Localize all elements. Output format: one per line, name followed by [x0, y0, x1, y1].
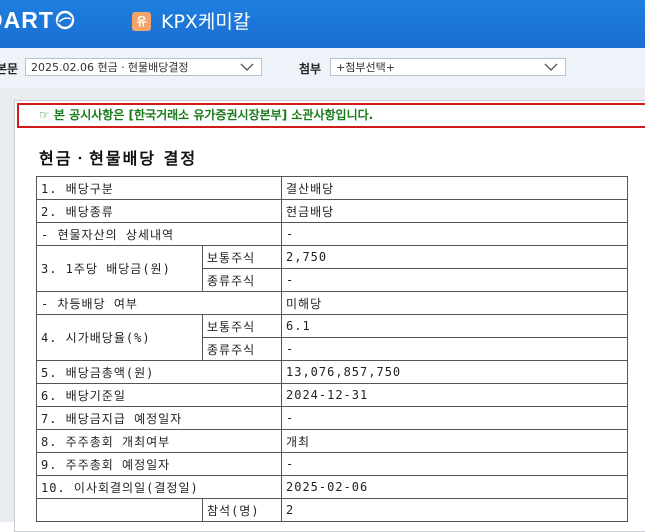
- dividend-table: 1. 배당구분 결산배당 2. 배당종류 현금배당 - 현물자산의 상세내역 -…: [36, 176, 628, 522]
- row-label: 4. 시가배당율(%): [36, 314, 203, 361]
- table-row: 8. 주주총회 개최여부 개최: [36, 429, 628, 453]
- row-label: 3. 1주당 배당금(원): [36, 245, 203, 292]
- logo-swirl-icon: [55, 10, 75, 30]
- row-value: -: [281, 406, 628, 430]
- chevron-down-icon: [240, 63, 254, 71]
- row-value: 결산배당: [281, 176, 628, 200]
- table-row: - 차등배당 여부 미해당: [36, 291, 628, 315]
- row-value: 6.1: [281, 314, 628, 338]
- row-label: 1. 배당구분: [36, 176, 282, 200]
- row-label: 9. 주주총회 예정일자: [36, 452, 282, 476]
- row-sublabel: 보통주식: [202, 314, 282, 338]
- table-row: 7. 배당금지급 예정일자 -: [36, 406, 628, 430]
- row-label: 2. 배당종류: [36, 199, 282, 223]
- attachment-select-value: +첨부선택+: [336, 61, 395, 74]
- table-row: 3. 1주당 배당금(원) 보통주식 2,750: [36, 245, 628, 292]
- row-value: 13,076,857,750: [281, 360, 628, 384]
- row-label: 7. 배당금지급 예정일자: [36, 406, 282, 430]
- row-value: -: [281, 452, 628, 476]
- corp-market-badge: 유: [132, 12, 151, 31]
- row-value: -: [281, 268, 628, 292]
- table-row: 1. 배당구분 결산배당: [36, 176, 628, 200]
- table-row: 10. 이사회결의일(결정일) 2025-02-06: [36, 475, 628, 499]
- table-row: 5. 배당금총액(원) 13,076,857,750: [36, 360, 628, 384]
- page-title: 현금ㆍ현물배당 결정: [39, 149, 198, 168]
- row-sublabel: 보통주식: [202, 245, 282, 269]
- company-name: KPX케미칼: [161, 11, 251, 33]
- logo-text: DART: [0, 7, 54, 33]
- chevron-down-icon: [544, 63, 558, 71]
- document-selector-bar: 본문 2025.02.06 현금ㆍ현물배당결정 첨부 +첨부선택+: [0, 48, 645, 89]
- table-row: 9. 주주총회 예정일자 -: [36, 452, 628, 476]
- report-select[interactable]: 2025.02.06 현금ㆍ현물배당결정: [25, 58, 262, 76]
- table-row: 6. 배당기준일 2024-12-31: [36, 383, 628, 407]
- row-value: 개최: [281, 429, 628, 453]
- row-value: -: [281, 337, 628, 361]
- row-label: - 현물자산의 상세내역: [36, 222, 282, 246]
- row-value: 2: [281, 498, 628, 522]
- report-label: 본문: [0, 62, 19, 76]
- table-row: 4. 시가배당율(%) 보통주식 6.1: [36, 314, 628, 361]
- row-value: 현금배당: [281, 199, 628, 223]
- attachment-label: 첨부: [299, 62, 322, 76]
- row-label: 5. 배당금총액(원): [36, 360, 282, 384]
- document-page: ☞ 본 공시사항은 [한국거래소 유가증권시장본부] 소관사항입니다. 현금ㆍ현…: [14, 100, 645, 532]
- row-label: 6. 배당기준일: [36, 383, 282, 407]
- row-value: 2,750: [281, 245, 628, 269]
- row-label: 8. 주주총회 개최여부: [36, 429, 282, 453]
- attachment-select[interactable]: +첨부선택+: [330, 58, 566, 76]
- row-value: -: [281, 222, 628, 246]
- row-label: 10. 이사회결의일(결정일): [36, 475, 282, 499]
- row-sublabel: 종류주식: [202, 268, 282, 292]
- table-row: 참석(명) 2: [36, 498, 628, 522]
- row-value: 2025-02-06: [281, 475, 628, 499]
- row-sublabel: 참석(명): [202, 498, 282, 522]
- document-viewer[interactable]: ☞ 본 공시사항은 [한국거래소 유가증권시장본부] 소관사항입니다. 현금ㆍ현…: [0, 88, 645, 532]
- app-header: DART 유 KPX케미칼: [0, 0, 645, 48]
- row-label: - 차등배당 여부: [36, 291, 282, 315]
- table-row: - 현물자산의 상세내역 -: [36, 222, 628, 246]
- jurisdiction-notice: ☞ 본 공시사항은 [한국거래소 유가증권시장본부] 소관사항입니다.: [17, 103, 645, 128]
- row-sublabel: 종류주식: [202, 337, 282, 361]
- table-row: 2. 배당종류 현금배당: [36, 199, 628, 223]
- row-value: 미해당: [281, 291, 628, 315]
- row-value: 2024-12-31: [281, 383, 628, 407]
- report-select-value: 2025.02.06 현금ㆍ현물배당결정: [31, 61, 189, 74]
- row-label-empty: [36, 498, 203, 522]
- dart-logo[interactable]: DART: [0, 8, 75, 32]
